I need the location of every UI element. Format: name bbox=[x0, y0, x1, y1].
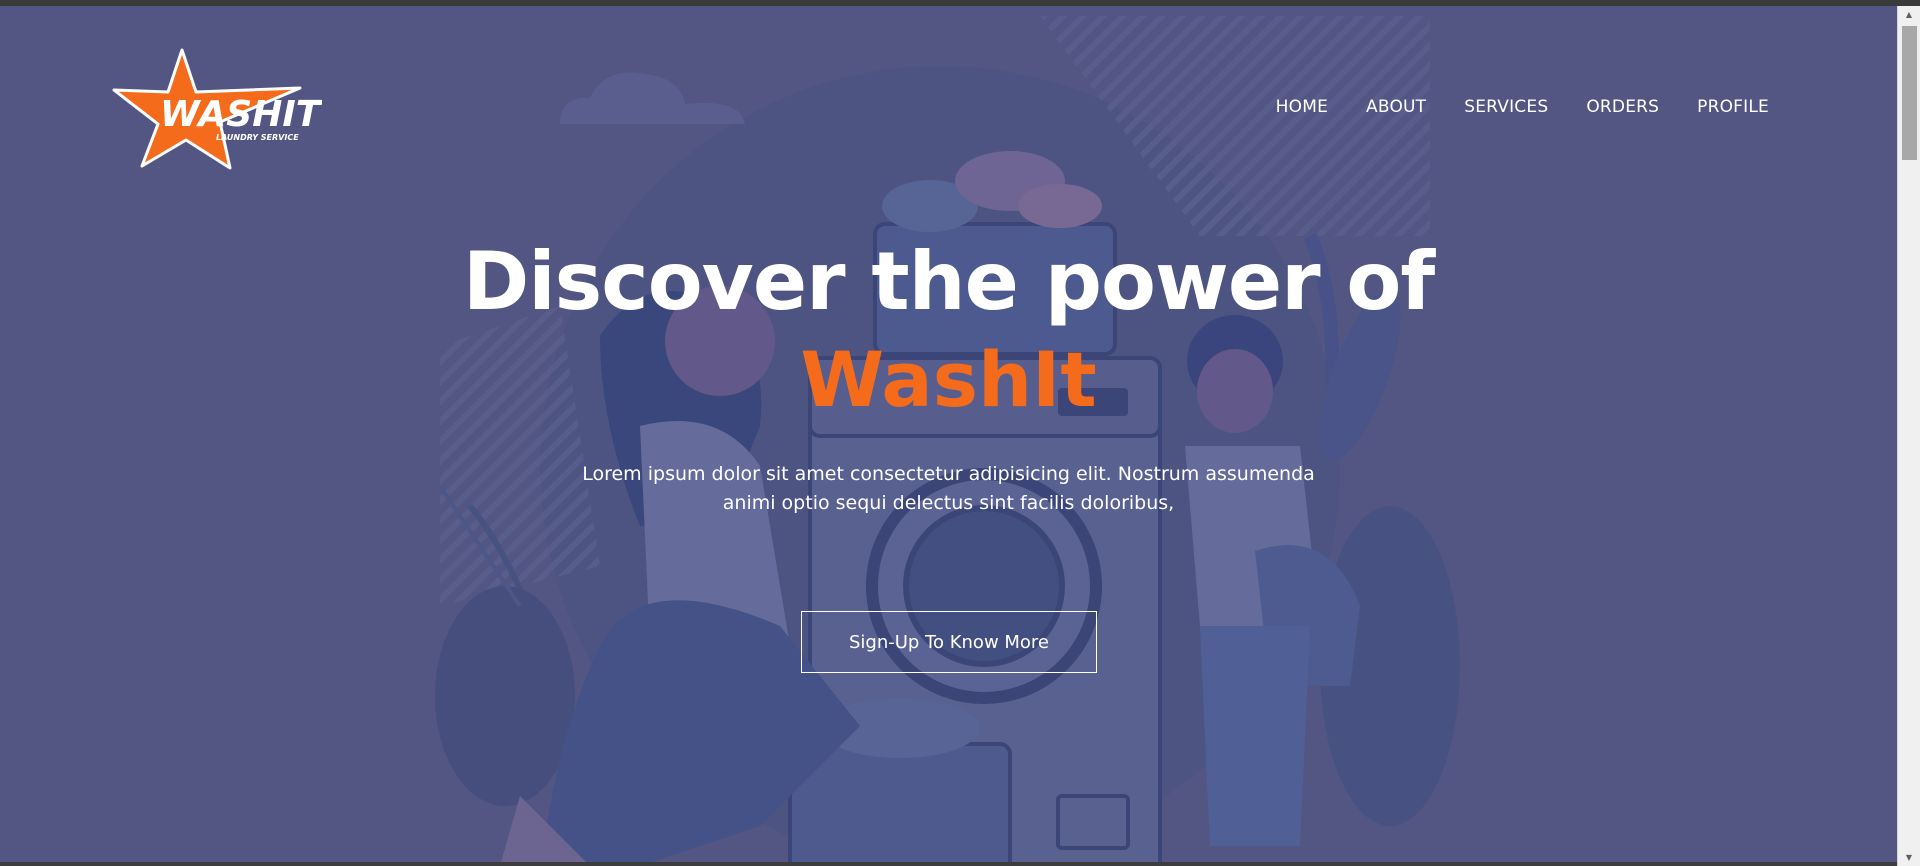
scroll-down-arrow-icon[interactable]: ▼ bbox=[1898, 849, 1920, 866]
nav-about[interactable]: ABOUT bbox=[1366, 97, 1426, 117]
hero-section: Discover the power of WashIt Lorem ipsum… bbox=[0, 236, 1897, 518]
window-bottom-strip bbox=[0, 862, 1897, 866]
nav-orders[interactable]: ORDERS bbox=[1586, 97, 1659, 117]
hero-title: Discover the power of bbox=[462, 235, 1435, 328]
nav-services[interactable]: SERVICES bbox=[1464, 97, 1548, 117]
scroll-thumb[interactable] bbox=[1902, 26, 1917, 160]
hero-description: Lorem ipsum dolor sit amet consectetur a… bbox=[582, 463, 1315, 514]
nav-profile[interactable]: PROFILE bbox=[1697, 97, 1769, 117]
washit-logo[interactable]: WASHIT LAUNDRY SERVICE bbox=[112, 44, 323, 174]
star-logo-icon: WASHIT LAUNDRY SERVICE bbox=[112, 48, 323, 170]
scroll-up-arrow-icon[interactable]: ▲ bbox=[1898, 6, 1920, 23]
signup-button[interactable]: Sign-Up To Know More bbox=[801, 611, 1097, 673]
logo-wordmark: WASHIT bbox=[160, 94, 322, 135]
hero-brand-name: WashIt bbox=[800, 335, 1097, 424]
logo-tagline: LAUNDRY SERVICE bbox=[216, 133, 299, 142]
main-nav: HOME ABOUT SERVICES ORDERS PROFILE bbox=[1276, 97, 1769, 117]
landing-page: WASHIT LAUNDRY SERVICE HOME ABOUT SERVIC… bbox=[0, 6, 1897, 862]
vertical-scrollbar[interactable]: ▲ ▼ bbox=[1897, 6, 1920, 866]
nav-home[interactable]: HOME bbox=[1276, 97, 1328, 117]
